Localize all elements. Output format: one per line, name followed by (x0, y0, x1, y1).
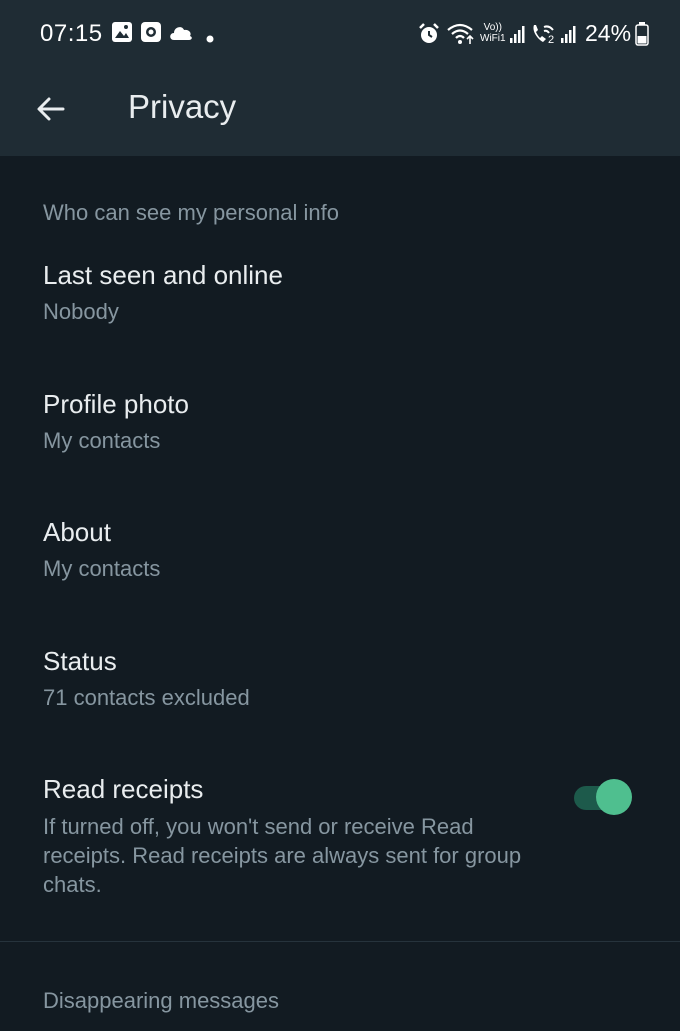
app-bar: Privacy (0, 68, 680, 156)
page-title: Privacy (128, 88, 237, 125)
battery-percent: 24% (585, 20, 632, 46)
dot-icon (206, 30, 214, 48)
gallery-icon (111, 21, 133, 48)
battery-icon (635, 22, 649, 51)
volte-label: Vo)) WiFi1 (480, 22, 506, 44)
volte-top: Vo)) (483, 22, 502, 33)
signal-icon (560, 24, 576, 49)
section-divider (0, 941, 680, 942)
status-bar: 07:15 Vo)) WiFi1 2 24% (0, 0, 680, 68)
back-button[interactable] (26, 86, 76, 136)
record-icon (140, 21, 162, 48)
section-header-personal-info: Who can see my personal info (43, 200, 339, 225)
setting-read-receipts[interactable]: Read receipts If turned off, you won't s… (0, 758, 680, 918)
item-title: Profile photo (43, 389, 189, 419)
setting-profile-photo[interactable]: Profile photo My contacts (0, 373, 680, 483)
signal-icon (509, 24, 525, 49)
setting-status[interactable]: Status 71 contacts excluded (0, 630, 680, 740)
item-title: Read receipts (43, 774, 204, 804)
sim2-label: 2 (548, 34, 555, 46)
item-value: My contacts (43, 428, 161, 453)
item-title: Last seen and online (43, 260, 283, 290)
read-receipts-toggle[interactable] (572, 778, 634, 818)
item-value: My contacts (43, 556, 161, 581)
volte-bottom: WiFi1 (480, 33, 506, 44)
item-value: Nobody (43, 299, 119, 324)
item-title: About (43, 517, 111, 547)
toggle-thumb (596, 779, 632, 815)
item-value: 71 contacts excluded (43, 685, 250, 710)
alarm-icon (417, 22, 441, 51)
arrow-left-icon (36, 94, 66, 129)
section-header-disappearing-messages: Disappearing messages (43, 988, 280, 1013)
setting-about[interactable]: About My contacts (0, 501, 680, 611)
cloud-icon (168, 23, 194, 46)
item-title: Status (43, 646, 117, 676)
item-description: If turned off, you won't send or receive… (43, 814, 522, 897)
setting-last-seen-online[interactable]: Last seen and online Nobody (0, 244, 680, 354)
status-time: 07:15 (40, 20, 103, 47)
wifi-icon (446, 22, 476, 51)
